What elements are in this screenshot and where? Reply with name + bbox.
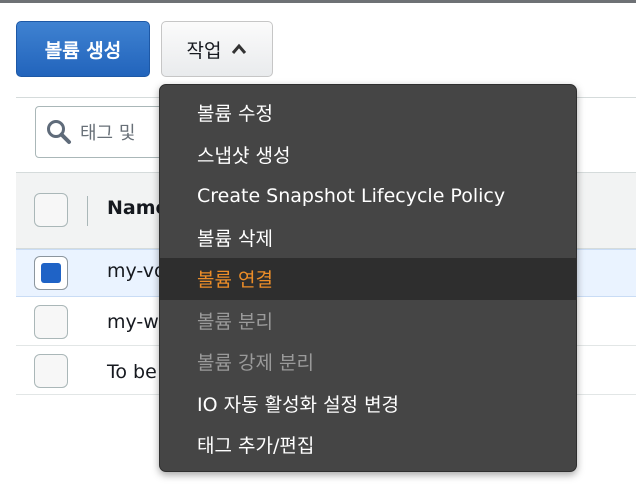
create-volume-label: 볼륨 생성 — [44, 39, 122, 62]
menu-item-force-detach-volume: 볼륨 강제 분리 — [197, 352, 314, 375]
row-checkbox[interactable] — [34, 354, 68, 388]
row-checkbox[interactable] — [34, 256, 68, 290]
menu-item-edit-tags[interactable]: 태그 추가/편집 — [160, 424, 576, 466]
row-checkbox[interactable] — [34, 305, 68, 339]
search-placeholder: 태그 및 — [80, 123, 136, 144]
row-name: To be — [107, 361, 157, 383]
row-name: my-w — [107, 311, 159, 333]
select-all-checkbox[interactable] — [34, 193, 68, 227]
menu-item-detach-volume: 볼륨 분리 — [197, 310, 273, 333]
menu-item-delete-volume[interactable]: 볼륨 삭제 — [160, 217, 576, 259]
actions-dropdown-menu: 볼륨 수정 스냅샷 생성 Create Snapshot Lifecycle P… — [159, 84, 577, 472]
header-divider — [87, 196, 88, 226]
magnifier-icon — [47, 120, 71, 144]
actions-button[interactable]: 작업 — [161, 21, 273, 77]
menu-item-change-auto-enable-io[interactable]: IO 자동 활성화 설정 변경 — [160, 383, 576, 425]
top-border — [0, 0, 636, 3]
menu-item-create-snapshot[interactable]: 스냅샷 생성 — [160, 134, 576, 176]
create-volume-button[interactable]: 볼륨 생성 — [16, 21, 150, 77]
menu-item-attach-volume[interactable]: 볼륨 연결 — [160, 258, 576, 300]
chevron-up-icon — [232, 43, 247, 54]
actions-label: 작업 — [186, 39, 222, 62]
row-name: my-vo — [107, 260, 166, 282]
menu-item-create-lifecycle-policy[interactable]: Create Snapshot Lifecycle Policy — [160, 175, 576, 217]
menu-item-modify-volume[interactable]: 볼륨 수정 — [160, 92, 576, 134]
